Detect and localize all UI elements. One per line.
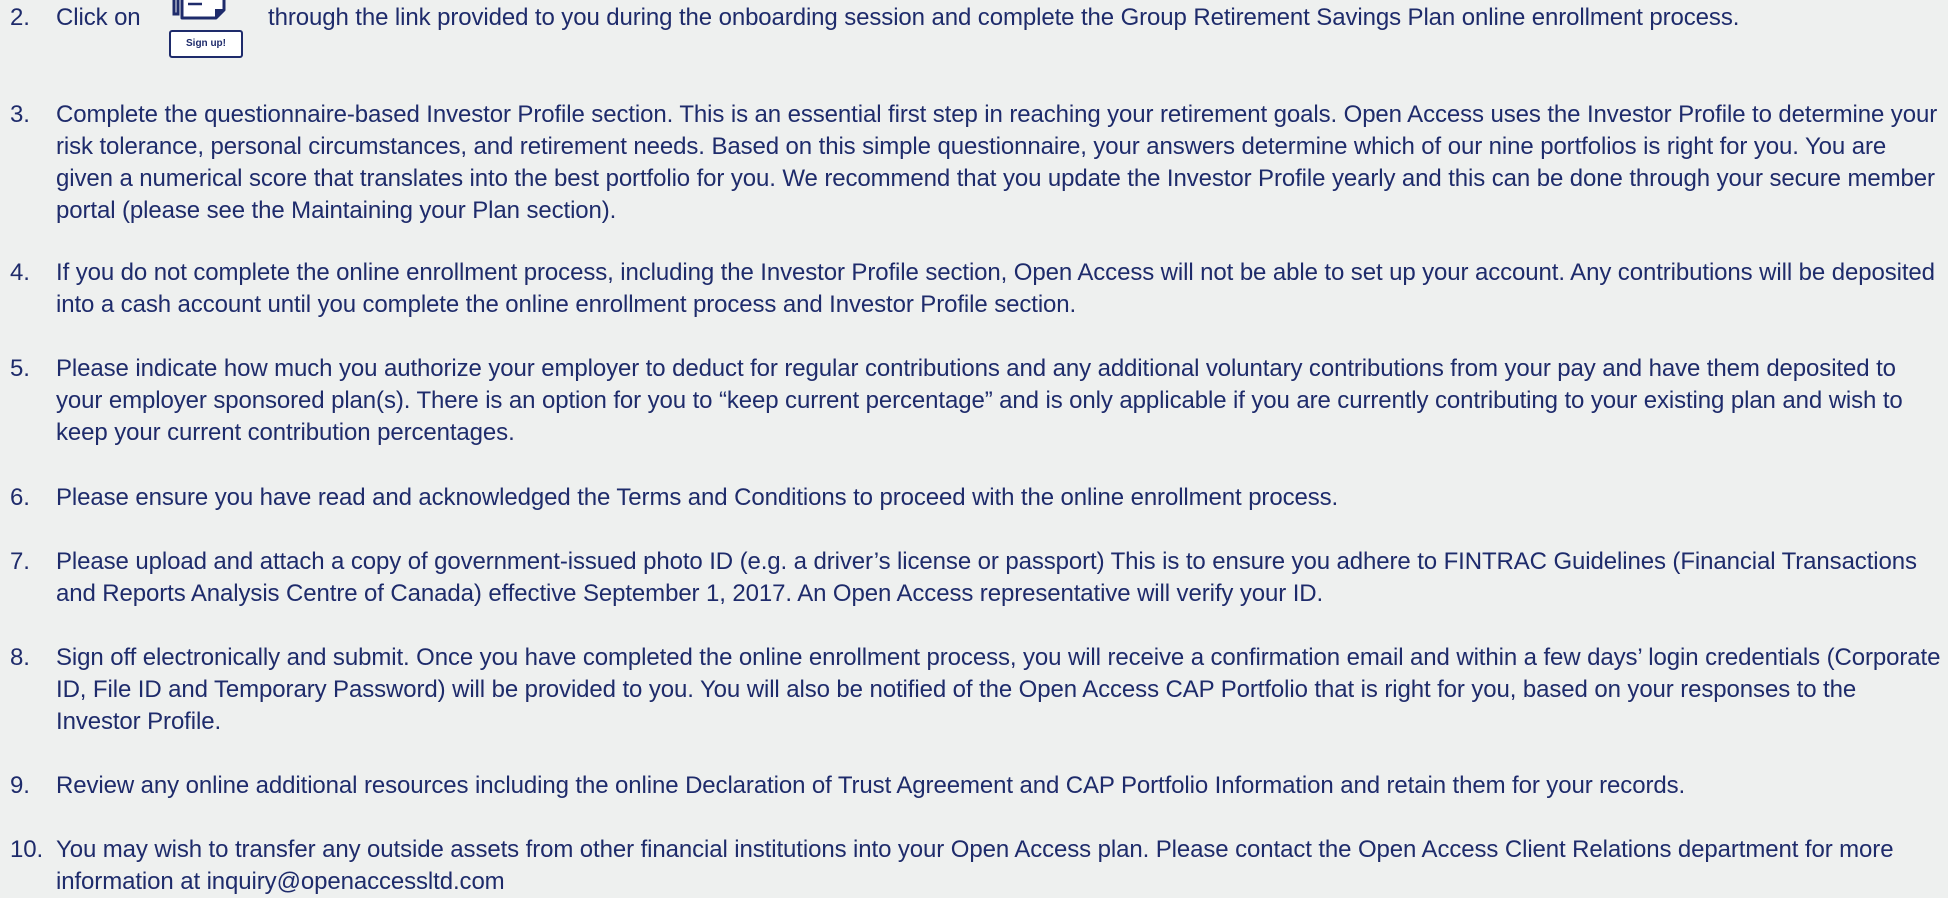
- step-text: Please indicate how much you authorize y…: [56, 355, 1903, 446]
- step-text: Please upload and attach a copy of gover…: [56, 548, 1917, 607]
- step-6: 6. Please ensure you have read and ackno…: [0, 482, 1948, 514]
- step-number: 6.: [10, 484, 30, 511]
- step-text: Please ensure you have read and acknowle…: [56, 484, 1339, 511]
- step-text: If you do not complete the online enroll…: [56, 259, 1935, 318]
- step-8: 8. Sign off electronically and submit. O…: [0, 642, 1948, 738]
- step-number: 2.: [10, 4, 30, 31]
- step-3: 3. Complete the questionnaire-based Inve…: [0, 99, 1948, 227]
- step-number: 3.: [10, 101, 30, 128]
- enrollment-steps-list: 2. Click on Sign up! through the link pr…: [0, 0, 1948, 895]
- step-number: 10.: [10, 836, 44, 863]
- step-number: 9.: [10, 772, 30, 799]
- document-icon: [172, 0, 226, 20]
- step-text: Sign off electronically and submit. Once…: [56, 644, 1941, 735]
- signup-button[interactable]: Sign up!: [169, 30, 243, 58]
- step-text: Review any online additional resources i…: [56, 772, 1686, 799]
- step-number: 4.: [10, 259, 30, 286]
- step-text: through the link provided to you during …: [268, 4, 1740, 31]
- step-number: 8.: [10, 644, 30, 671]
- step-text: Click on: [56, 4, 141, 31]
- step-7: 7. Please upload and attach a copy of go…: [0, 546, 1948, 610]
- step-9: 9. Review any online additional resource…: [0, 770, 1948, 802]
- step-10: 10. You may wish to transfer any outside…: [0, 834, 1948, 898]
- step-number: 7.: [10, 548, 30, 575]
- step-5: 5. Please indicate how much you authoriz…: [0, 353, 1948, 449]
- signup-icon: Sign up!: [168, 0, 248, 68]
- step-text: Complete the questionnaire-based Investo…: [56, 101, 1938, 224]
- step-text: You may wish to transfer any outside ass…: [56, 836, 1894, 895]
- step-number: 5.: [10, 355, 30, 382]
- step-4: 4. If you do not complete the online enr…: [0, 257, 1948, 321]
